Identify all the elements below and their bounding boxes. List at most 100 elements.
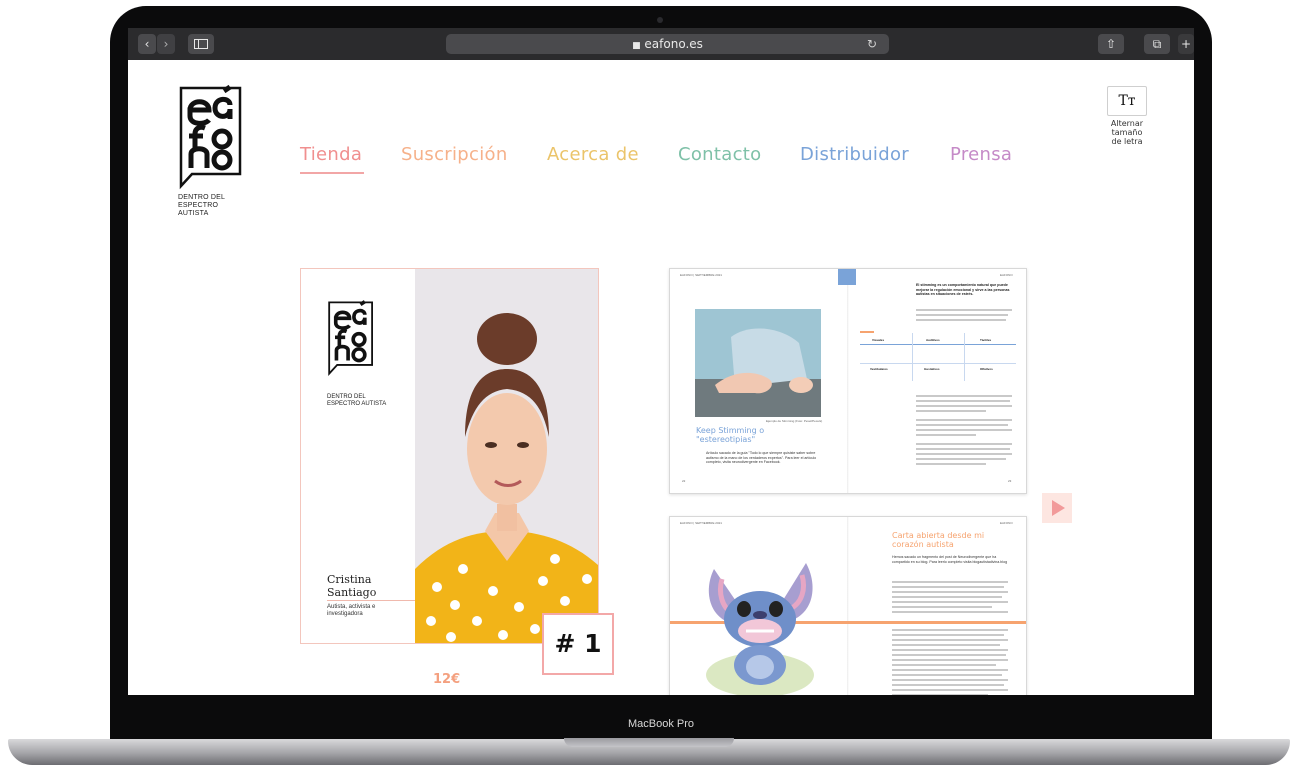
share-button[interactable]: ⇧ bbox=[1098, 34, 1124, 54]
logo-tagline: DENTRO DEL ESPECTRO AUTISTA bbox=[178, 194, 225, 217]
nav-contacto[interactable]: Contacto bbox=[678, 144, 761, 165]
nav-tienda[interactable]: Tienda bbox=[300, 144, 364, 174]
logo-mark bbox=[178, 82, 244, 190]
text-line bbox=[916, 405, 1012, 407]
back-button[interactable]: ‹ bbox=[138, 34, 156, 54]
stitch-illustration bbox=[706, 563, 814, 695]
tabs-overview-button[interactable]: ⧉ bbox=[1144, 34, 1170, 54]
text-line bbox=[892, 664, 996, 666]
logo-icon bbox=[179, 84, 242, 190]
text-line bbox=[916, 395, 1012, 397]
article-title: Keep Stimming o "estereotipias" bbox=[696, 426, 765, 444]
web-page: DENTRO DEL ESPECTRO AUTISTA Tienda Suscr… bbox=[128, 60, 1194, 695]
text-line bbox=[916, 453, 1012, 455]
text-line bbox=[892, 689, 1008, 691]
portrait-image bbox=[415, 269, 598, 643]
nav-acerca-de[interactable]: Acerca de bbox=[547, 144, 639, 165]
text-line bbox=[916, 424, 1008, 426]
text-line bbox=[892, 639, 1008, 641]
article-intro: Artículo sacado de la guía "Todo lo que … bbox=[706, 451, 817, 464]
screen: ‹ › ■ eafono.es ↻ ⇧ ⧉ + DENTRO DEL ESPEC… bbox=[128, 28, 1194, 695]
text-line bbox=[892, 669, 1008, 671]
article-title: Carta abierta desde mi corazón autista bbox=[892, 531, 985, 549]
laptop-model-label: MacBook Pro bbox=[627, 718, 695, 730]
right-heading: El stimming es un comportamiento natural… bbox=[916, 283, 1010, 296]
stimming-photo bbox=[695, 309, 821, 417]
url-text: eafono.es bbox=[644, 37, 703, 51]
text-line bbox=[892, 644, 1000, 646]
forward-button[interactable]: › bbox=[157, 34, 175, 54]
text-line bbox=[916, 443, 1012, 445]
table-header: Gustativos bbox=[924, 367, 940, 371]
preview-spread-carta[interactable]: EAFONO | SEPTIEMBRE 2021 EAFONO Carta ab… bbox=[669, 516, 1027, 695]
laptop-frame: ‹ › ■ eafono.es ↻ ⇧ ⧉ + DENTRO DEL ESPEC… bbox=[110, 6, 1212, 742]
nav-distribuidor[interactable]: Distribuidor bbox=[800, 144, 909, 165]
page-number-left: 22 bbox=[682, 479, 686, 483]
camera bbox=[657, 17, 663, 23]
table-header: Táctiles bbox=[980, 338, 992, 342]
text-line bbox=[892, 586, 1004, 588]
cover-logo-tagline: DENTRO DEL ESPECTRO AUTISTA bbox=[327, 394, 387, 407]
new-tab-button[interactable]: + bbox=[1178, 34, 1194, 54]
text-line bbox=[916, 458, 1006, 460]
text-line bbox=[892, 679, 1008, 681]
cover-person-name: Cristina Santiago bbox=[327, 573, 377, 599]
table-header: Olfativos bbox=[980, 367, 993, 371]
font-size-label: Alternar tamaño de letra bbox=[1110, 119, 1144, 146]
active-underline bbox=[300, 172, 364, 174]
nav-prensa[interactable]: Prensa bbox=[950, 144, 1012, 165]
spread-header-right: EAFONO bbox=[1000, 521, 1013, 525]
blue-tab bbox=[838, 269, 856, 285]
back-icon: ‹ bbox=[144, 37, 150, 51]
spread-header-left: EAFONO | SEPTIEMBRE 2021 bbox=[680, 521, 722, 525]
nav-label: Contacto bbox=[678, 144, 762, 165]
share-icon: ⇧ bbox=[1105, 37, 1117, 51]
magazine-cover[interactable]: DENTRO DEL ESPECTRO AUTISTA Cristina San… bbox=[300, 268, 599, 644]
font-size-button[interactable]: Tт bbox=[1107, 86, 1147, 116]
text-line bbox=[892, 611, 1008, 613]
text-line bbox=[892, 634, 1004, 636]
reload-icon[interactable]: ↻ bbox=[867, 34, 877, 54]
site-logo[interactable]: DENTRO DEL ESPECTRO AUTISTA bbox=[178, 82, 248, 218]
text-line bbox=[916, 463, 986, 465]
table-header: Vestibulares bbox=[870, 367, 888, 371]
spread-header-right: EAFONO bbox=[1000, 273, 1013, 277]
page-number-right: 23 bbox=[1008, 479, 1012, 483]
text-line bbox=[916, 410, 986, 412]
nav-label: Suscripción bbox=[401, 144, 508, 165]
cover-photo bbox=[415, 269, 598, 643]
text-line bbox=[916, 419, 1012, 421]
text-line bbox=[892, 629, 1008, 631]
nav-label: Tienda bbox=[300, 144, 363, 165]
photo-caption: Ejemplo de Stimming (Foto: Pexel/Pexels) bbox=[766, 419, 823, 423]
text-line bbox=[916, 319, 1006, 321]
stimming-table: Visuales Auditivos Táctiles Vestibulares… bbox=[860, 331, 1016, 383]
lock-icon: ■ bbox=[632, 41, 641, 51]
spread-header-left: EAFONO | SEPTIEMBRE 2021 bbox=[680, 273, 722, 277]
text-line bbox=[916, 309, 1012, 311]
cover-divider bbox=[327, 600, 415, 601]
cover-logo-icon bbox=[328, 300, 373, 376]
browser-toolbar: ‹ › ■ eafono.es ↻ ⇧ ⧉ + bbox=[128, 28, 1194, 60]
font-size-toggle[interactable]: Tт Alternar tamaño de letra bbox=[1106, 86, 1148, 146]
carousel-next-button[interactable] bbox=[1042, 493, 1072, 523]
page-fold bbox=[847, 269, 849, 493]
text-line bbox=[892, 591, 1008, 593]
preview-spread-stimming[interactable]: EAFONO | SEPTIEMBRE 2021 EAFONO Ejemplo … bbox=[669, 268, 1027, 494]
play-icon bbox=[1052, 500, 1065, 516]
cover-person-description: Autista, activista e investigadora bbox=[327, 604, 376, 617]
nav-suscripcion[interactable]: Suscripción bbox=[401, 144, 508, 165]
plus-icon: + bbox=[1180, 37, 1192, 51]
table-header: Visuales bbox=[872, 338, 885, 342]
sidebar-toggle-button[interactable] bbox=[188, 34, 214, 54]
nav-label: Acerca de bbox=[547, 144, 639, 165]
text-line bbox=[916, 429, 1012, 431]
sidebar-icon bbox=[194, 39, 208, 49]
text-line bbox=[916, 314, 1008, 316]
text-line bbox=[916, 400, 1010, 402]
text-line bbox=[892, 601, 1008, 603]
text-line bbox=[892, 694, 988, 695]
nav-label: Distribuidor bbox=[800, 144, 909, 165]
text-line bbox=[892, 654, 1006, 656]
address-bar[interactable]: ■ eafono.es ↻ bbox=[446, 34, 889, 54]
